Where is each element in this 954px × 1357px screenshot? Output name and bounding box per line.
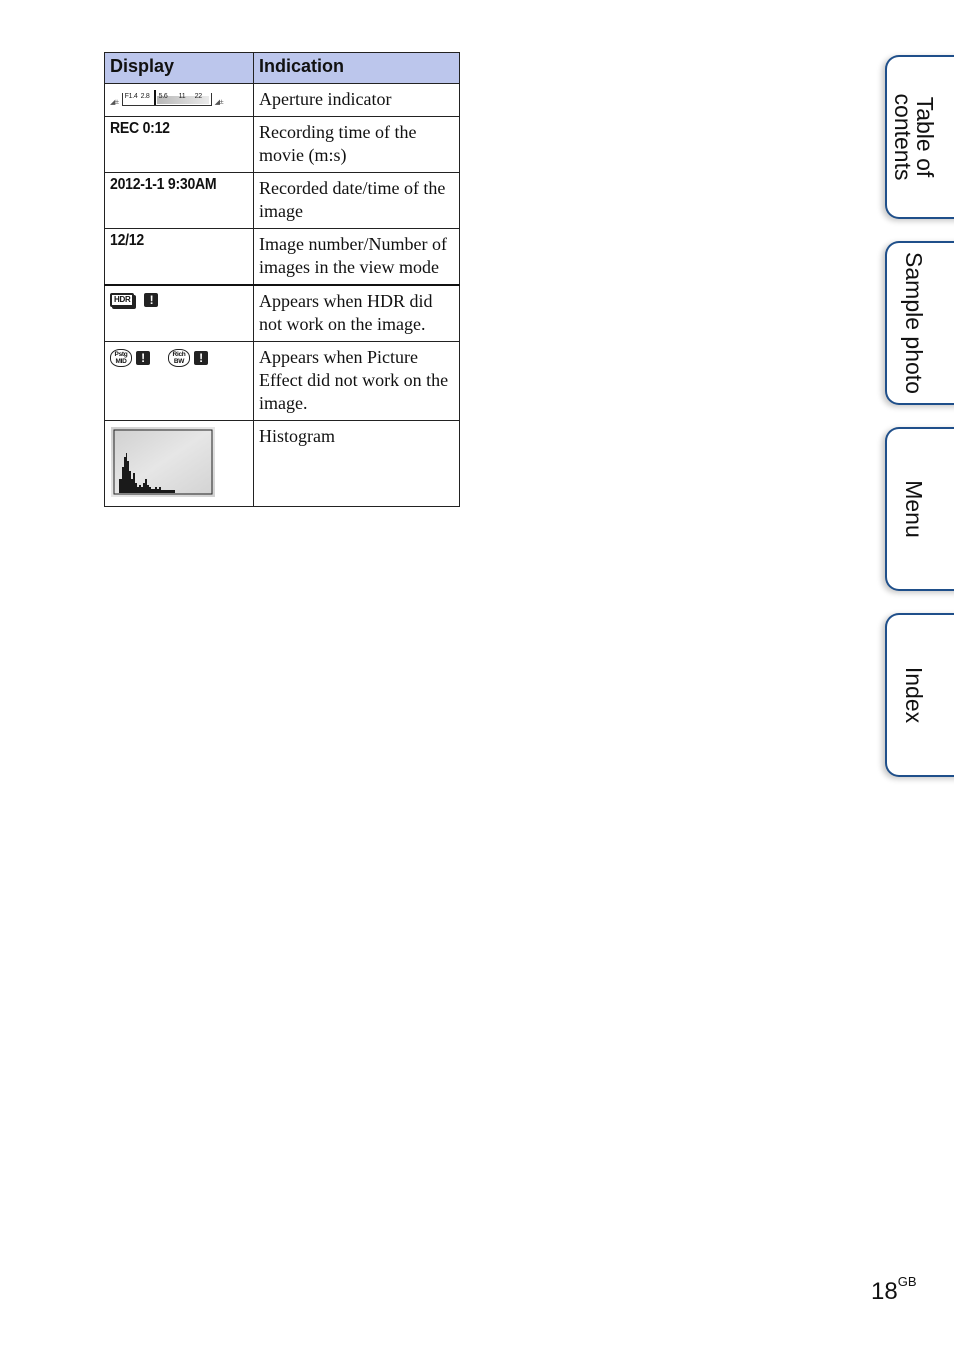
aperture-mark: 22 — [194, 93, 202, 100]
table-row: 12/12 Image number/Number of images in t… — [104, 228, 460, 286]
table-row: 2012-1-1 9:30AM Recorded date/time of th… — [104, 172, 460, 229]
display-text: 12/12 — [110, 232, 144, 249]
indication-cell: Recorded date/time of the image — [253, 172, 460, 229]
indication-cell: Recording time of the movie (m:s) — [253, 116, 460, 173]
table-row: HDR ! Appears when HDR did not work on t… — [104, 284, 460, 342]
tab-label: Table of contents — [890, 93, 938, 181]
table-row: REC 0:12 Recording time of the movie (m:… — [104, 116, 460, 173]
display-cell: 2012-1-1 9:30AM — [104, 172, 254, 229]
tab-index[interactable]: Index — [885, 613, 954, 777]
aperture-mark: F1.4 — [124, 93, 138, 100]
aperture-current-marker — [153, 90, 156, 105]
aperture-scale: F1.4 2.8 5.6 11 22 — [121, 90, 212, 106]
page-number-value: 18 — [871, 1278, 898, 1305]
aperture-closed-icon: ◢± — [214, 99, 224, 106]
indication-cell: Appears when HDR did not work on the ima… — [253, 284, 460, 342]
warning-icon: ! — [194, 351, 208, 365]
indication-cell: Appears when Picture Effect did not work… — [253, 341, 460, 421]
aperture-mark: 5.6 — [158, 93, 168, 100]
display-cell — [104, 420, 254, 507]
histogram-graphic — [111, 427, 215, 497]
aperture-open-icon: ◢± — [110, 99, 119, 106]
hdr-icon: HDR — [110, 293, 135, 307]
warning-icon: ! — [136, 351, 150, 365]
indication-cell: Image number/Number of images in the vie… — [253, 228, 460, 286]
warning-icon: ! — [144, 293, 159, 307]
display-text: REC 0:12 — [110, 120, 170, 137]
header-indication: Indication — [253, 52, 460, 84]
indication-cell: Histogram — [253, 420, 460, 507]
aperture-indicator-graphic: ◢± F1.4 2.8 5.6 11 22 ◢± — [110, 88, 248, 106]
display-cell: 12/12 — [104, 228, 254, 286]
tab-label: Sample photo — [901, 252, 927, 394]
aperture-mark: 11 — [178, 93, 186, 100]
rich-tone-bw-icon: Rich BW — [168, 349, 190, 367]
tab-label: Index — [901, 666, 927, 724]
table-row: Histogram — [104, 420, 460, 507]
display-cell: Pstg MID ! Rich BW ! — [104, 341, 254, 421]
aperture-mark: 2.8 — [140, 93, 150, 100]
display-text: 2012-1-1 9:30AM — [110, 176, 217, 193]
indication-cell: Aperture indicator — [253, 83, 460, 117]
tab-label: Menu — [901, 480, 927, 538]
display-cell: REC 0:12 — [104, 116, 254, 173]
page-number: 18GB — [871, 1274, 917, 1306]
table-row: ◢± F1.4 2.8 5.6 11 22 ◢± Aperture indica… — [104, 83, 460, 117]
tab-table-of-contents[interactable]: Table of contents — [885, 55, 954, 219]
tab-sample-photo[interactable]: Sample photo — [885, 241, 954, 405]
posterization-mid-icon: Pstg MID — [110, 349, 132, 367]
display-cell: HDR ! — [104, 284, 254, 342]
table-row: Pstg MID ! Rich BW ! Appears when Picture … — [104, 341, 460, 421]
header-display: Display — [104, 52, 254, 84]
page-number-suffix: GB — [897, 1274, 917, 1289]
display-cell: ◢± F1.4 2.8 5.6 11 22 ◢± — [104, 83, 254, 117]
display-indication-table: Display Indication ◢± F1.4 2.8 5.6 11 22 — [104, 52, 460, 507]
tab-menu[interactable]: Menu — [885, 427, 954, 591]
table-header-row: Display Indication — [104, 52, 460, 84]
